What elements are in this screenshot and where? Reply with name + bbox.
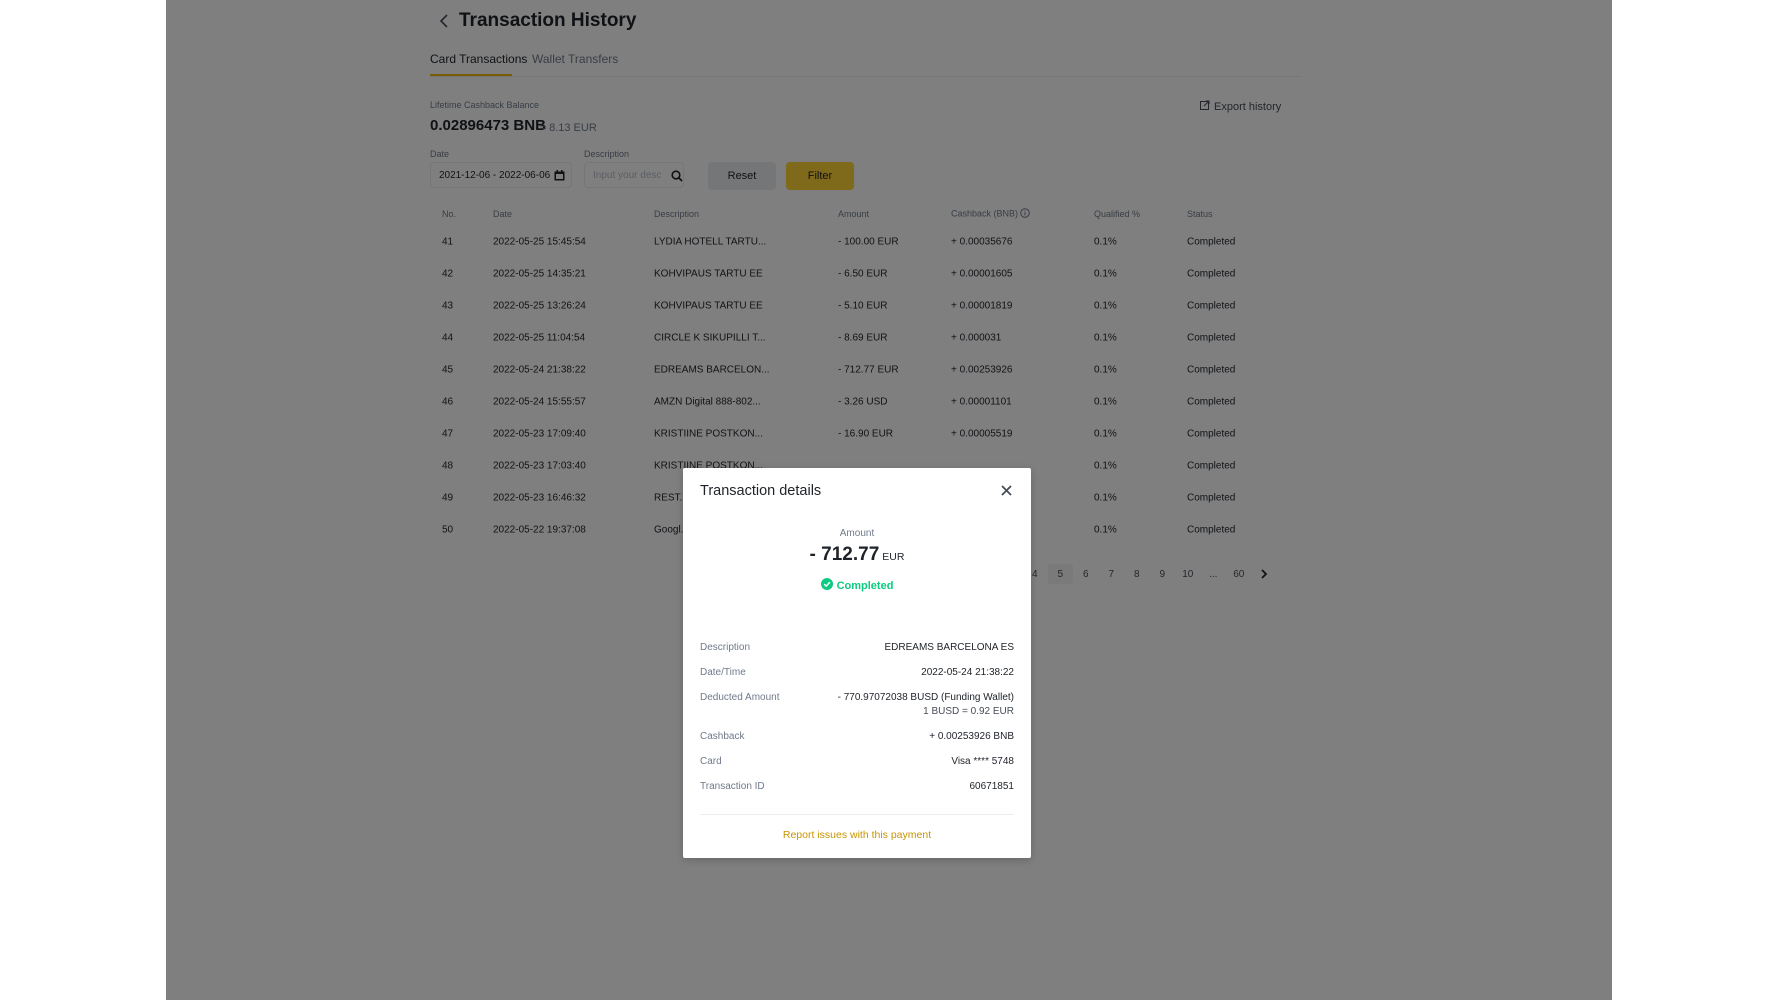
detail-value: + 0.00253926 BNB (929, 731, 1014, 742)
modal-title: Transaction details (700, 483, 822, 499)
detail-label: Description (700, 642, 751, 653)
detail-label: Card (700, 756, 722, 767)
detail-label: Date/Time (700, 667, 746, 678)
detail-label: Deducted Amount (700, 692, 780, 703)
deducted-amount: - 770.97072038 BUSD (Funding Wallet) (837, 692, 1014, 703)
amount-currency: EUR (882, 551, 905, 563)
report-issue-link[interactable]: Report issues with this payment (683, 829, 1031, 841)
check-circle-icon (820, 578, 833, 593)
detail-label: Cashback (700, 731, 745, 742)
modal-divider (700, 814, 1014, 815)
detail-value: 60671851 (969, 781, 1015, 792)
amount-label: Amount (839, 528, 875, 539)
detail-value: - 770.97072038 BUSD (Funding Wallet) 1 B… (838, 692, 1014, 717)
detail-value: EDREAMS BARCELONA ES (884, 642, 1014, 653)
detail-value: Visa **** 5748 (951, 756, 1014, 767)
amount-value: - 712.77 (809, 544, 880, 565)
close-icon[interactable] (1000, 484, 1013, 497)
amount-display: - 712.77 EUR (683, 544, 1031, 566)
exchange-rate: 1 BUSD = 0.92 EUR (923, 706, 1014, 717)
detail-value: 2022-05-24 21:38:22 (921, 667, 1014, 678)
transaction-details-modal: Transaction details Amount - 712.77 EUR C… (683, 468, 1031, 858)
status-text: Completed (836, 579, 894, 592)
status-badge: Completed (683, 578, 1031, 593)
detail-label: Transaction ID (700, 781, 765, 792)
